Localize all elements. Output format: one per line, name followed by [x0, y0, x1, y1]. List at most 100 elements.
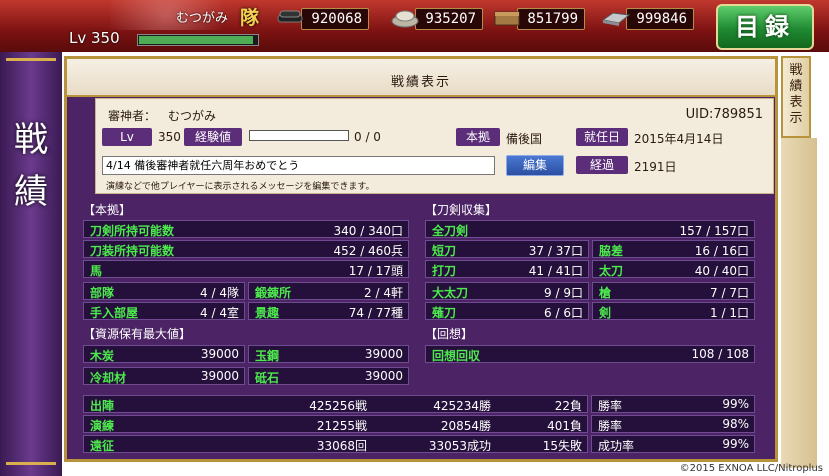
resource-whetstone: 999846 — [601, 8, 694, 30]
rate-value: 99% — [722, 397, 749, 411]
elapsed-pill: 経過 — [576, 156, 628, 174]
stat-label: 刀剣所持可能数 — [90, 224, 175, 238]
copyright: ©2015 EXNOA LLC/Nitroplus — [679, 463, 823, 474]
stat-label: 打刀 — [432, 264, 457, 278]
stat-row: 全刀剣 157 / 157口 — [425, 220, 755, 238]
stat-value: 2 / 4軒 — [364, 286, 403, 300]
battle-label: 遠征 — [90, 439, 115, 453]
edit-note: 演練などで他プレイヤーに表示されるメッセージを編集できます。 — [106, 182, 375, 192]
rate-label: 成功率 — [598, 439, 635, 453]
stat-label: 回想回収 — [432, 349, 481, 363]
stat-row: 玉鋼 39000 — [248, 345, 409, 363]
stat-value: 39000 — [364, 369, 403, 383]
panel-title: 戦績表示 — [390, 75, 451, 90]
stat-row: 手入部屋 4 / 4室 — [83, 302, 245, 320]
stat-row: 砥石 39000 — [248, 367, 409, 385]
uid: UID:789851 — [685, 107, 763, 122]
stat-label: 短刀 — [432, 244, 457, 258]
scroll-ornament — [6, 462, 56, 465]
lv-pill: Lv — [102, 128, 152, 146]
stat-label: 砥石 — [255, 371, 280, 385]
resources-section-title: 【資源保有最大値】 — [83, 327, 192, 341]
exp-pill: 経験値 — [184, 128, 242, 146]
stat-row: 槍 7 / 7口 — [592, 282, 755, 300]
stat-label: 玉鋼 — [255, 349, 280, 363]
tab-char: 績 — [789, 79, 803, 94]
edit-message-button[interactable]: 編集 — [506, 155, 564, 176]
rate-label: 勝率 — [598, 419, 623, 433]
stat-value: 6 / 6口 — [544, 306, 583, 320]
battle-row: 遠征 33068回 33053成功 15失敗 — [83, 435, 588, 453]
tab-char: 戦 — [789, 63, 803, 78]
exp-bar-fill — [139, 36, 253, 44]
stat-row: 短刀 37 / 37口 — [425, 240, 589, 258]
stat-row: 打刀 41 / 41口 — [425, 260, 589, 278]
stat-label: 木炭 — [90, 349, 115, 363]
exp-bar — [137, 34, 259, 46]
tab-battle-record[interactable]: 戦 績 表 示 — [781, 56, 811, 138]
stat-value: 40 / 40口 — [694, 264, 749, 278]
rate-row: 成功率 99% — [591, 435, 755, 453]
charcoal-value: 920068 — [311, 11, 362, 27]
stat-row: 薙刀 6 / 6口 — [425, 302, 589, 320]
coolant-value: 851799 — [527, 11, 578, 27]
stat-value: 7 / 7口 — [710, 286, 749, 300]
stat-value: 108 / 108 — [691, 347, 749, 361]
stat-row: 鍛錬所 2 / 4軒 — [248, 282, 409, 300]
left-scroll-panel: 戦 績 — [0, 52, 62, 476]
name-label: 審神者： — [108, 109, 157, 123]
profile-card: 審神者： むつがみ UID:789851 Lv 350 経験値 0 / 0 本拠… — [95, 98, 774, 194]
battle-count: 21255戦 — [316, 419, 367, 433]
name-value: むつがみ — [168, 109, 217, 123]
base-value: 備後国 — [506, 132, 543, 146]
stat-label: 刀装所持可能数 — [90, 244, 175, 258]
tab-char: 示 — [789, 111, 803, 126]
rate-label: 勝率 — [598, 399, 623, 413]
stat-value: 37 / 37口 — [528, 244, 583, 258]
stat-value: 16 / 16口 — [694, 244, 749, 258]
right-strip — [781, 138, 817, 468]
top-bar: むつがみ 隊 Lv 350 920068 935207 851799 99984… — [0, 0, 829, 52]
stat-value: 39000 — [200, 347, 239, 361]
message-field[interactable]: 4/14 備後審神者就任六周年おめでとう — [102, 156, 495, 175]
stat-value: 41 / 41口 — [528, 264, 583, 278]
stat-label: 部隊 — [90, 286, 115, 300]
stat-value: 1 / 1口 — [710, 306, 749, 320]
stat-value: 157 / 157口 — [679, 224, 749, 238]
stat-label: 鍛錬所 — [255, 286, 292, 300]
battle-wins: 425234勝 — [433, 399, 491, 413]
stat-value: 4 / 4隊 — [200, 286, 239, 300]
battle-count: 33068回 — [316, 439, 367, 453]
battle-wins: 33053成功 — [428, 439, 491, 453]
stat-row: 景趣 74 / 77種 — [248, 302, 409, 320]
battle-wins: 20854勝 — [440, 419, 491, 433]
base-section-title: 【本拠】 — [83, 203, 132, 217]
whetstone-value: 999846 — [636, 11, 687, 27]
stat-label: 景趣 — [255, 306, 280, 320]
stat-row: 刀剣所持可能数 340 / 340口 — [83, 220, 409, 238]
catalog-button[interactable]: 目録 — [716, 4, 814, 50]
stat-value: 4 / 4室 — [200, 306, 239, 320]
battle-label: 出陣 — [90, 399, 115, 413]
battle-count: 425256戦 — [309, 399, 367, 413]
elapsed-value: 2191日 — [634, 160, 677, 174]
team-name: むつがみ — [176, 11, 229, 26]
stat-label: 馬 — [90, 264, 103, 278]
resource-steel: 935207 — [391, 8, 483, 30]
player-level: Lv 350 — [69, 29, 120, 47]
left-title-char: 績 — [14, 172, 48, 212]
swords-section-title: 【刀剣収集】 — [425, 203, 498, 217]
stat-row: 大太刀 9 / 9口 — [425, 282, 589, 300]
battle-row: 演練 21255戦 20854勝 401負 — [83, 415, 588, 433]
stat-value: 9 / 9口 — [544, 286, 583, 300]
battle-losses: 22負 — [554, 399, 582, 413]
rate-value: 98% — [722, 417, 749, 431]
scroll-ornament — [6, 58, 56, 61]
left-title-char: 戦 — [14, 120, 48, 160]
stat-row: 回想回収 108 / 108 — [425, 345, 755, 363]
steel-value: 935207 — [425, 11, 476, 27]
stat-row: 脇差 16 / 16口 — [592, 240, 755, 258]
tab-char: 表 — [789, 95, 803, 110]
stat-label: 剣 — [599, 306, 612, 320]
base-pill: 本拠 — [456, 128, 500, 146]
